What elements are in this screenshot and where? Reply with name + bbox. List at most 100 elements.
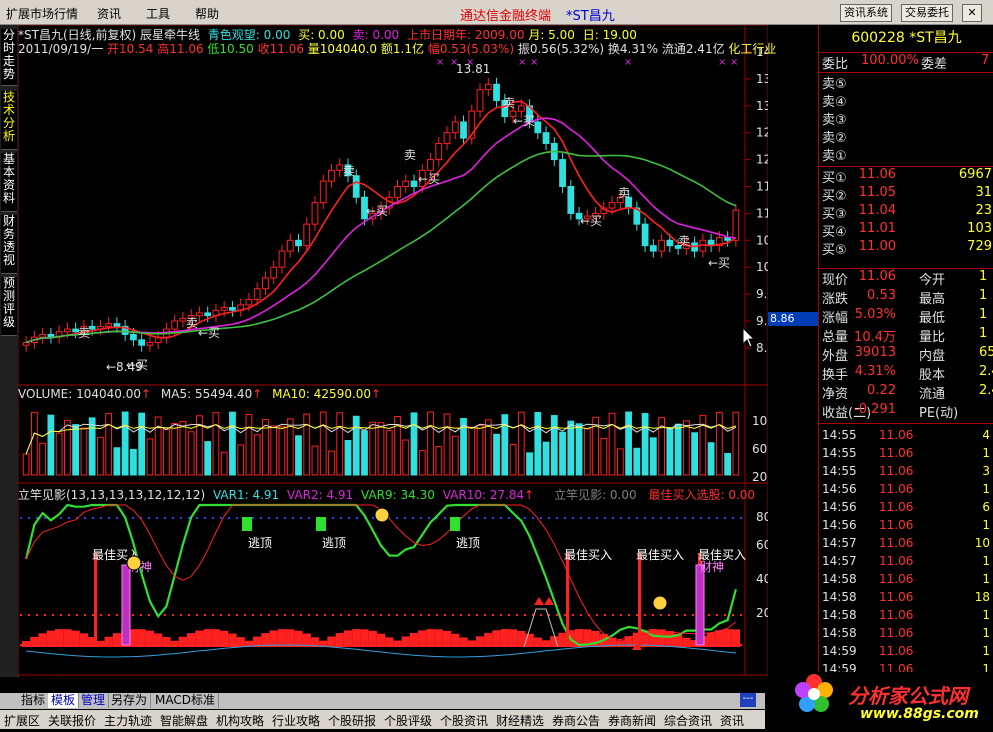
indicator-histogram-bar <box>525 633 534 647</box>
tab-template[interactable]: 模板 <box>48 693 80 708</box>
tab-technical[interactable]: 技术分析 <box>1 91 17 150</box>
trade-order-button[interactable]: 交易委托 <box>901 4 953 22</box>
info-tab[interactable]: 机构攻略 <box>216 712 264 729</box>
signal-cross-mark: × <box>730 57 738 68</box>
stat-label: 外盘 <box>822 349 849 364</box>
stat-label-2: 最低 <box>919 311 946 326</box>
menu-tools[interactable]: 工具 <box>146 5 170 22</box>
candle-body <box>171 320 179 330</box>
best-buy-bar <box>566 553 569 647</box>
tick-row: 14:56 11.06 1 <box>821 482 993 500</box>
stat-value-2: 1 <box>979 269 988 284</box>
tick-row: 14:59 11.06 1 <box>821 644 993 662</box>
escape-top-box <box>450 517 460 531</box>
indicator-histogram-bar <box>442 630 452 647</box>
info-tab[interactable]: 个股研报 <box>328 712 376 729</box>
indicator-signal-label: 最佳买入 <box>636 548 684 562</box>
indicator-histogram-bar <box>409 632 419 647</box>
tick-volume: 1 <box>982 572 990 586</box>
info-tab[interactable]: 券商新闻 <box>608 712 656 729</box>
volume-bar <box>724 452 732 476</box>
buy-signal-label: ←买 <box>198 326 220 340</box>
tab-indicator[interactable]: 指标 <box>18 693 50 708</box>
indicator-signal-label: 逃顶 <box>248 536 272 550</box>
tick-volume: 10 <box>974 536 990 550</box>
tick-time: 14:56 <box>822 500 857 514</box>
volume-tick-label: 10000 <box>752 414 768 428</box>
tab-save-as[interactable]: 另存为 <box>108 693 152 708</box>
tab-timeshare[interactable]: 分时走势 <box>1 29 17 86</box>
info-tab[interactable]: 财经精选 <box>496 712 544 729</box>
info-tab[interactable]: 资讯 <box>720 712 744 729</box>
volume-ma5: MA5: 55494.40 <box>160 387 253 401</box>
tick-row: 14:56 11.06 6 <box>821 500 993 518</box>
info-tab[interactable]: 关联报价 <box>48 712 96 729</box>
indicator-histogram-bar <box>46 630 56 647</box>
candle-body <box>179 317 187 322</box>
info-tab[interactable]: 综合资讯 <box>664 712 712 729</box>
candle-body <box>567 186 575 214</box>
indicator-histogram-bar <box>434 629 443 647</box>
stat-row: 总量 10.4万 量比 1 <box>821 326 993 345</box>
bid-label: 买③ <box>822 207 847 222</box>
indicator-histogram-bar <box>162 637 171 647</box>
tab-basic-info[interactable]: 基本资料 <box>1 153 17 212</box>
indicator-signal-label: 财神 <box>700 560 724 574</box>
indicator-histogram-bar <box>277 629 287 647</box>
info-tab[interactable]: 智能解盘 <box>160 712 208 729</box>
menu-news[interactable]: 资讯 <box>97 5 121 22</box>
volume-bar <box>715 411 723 476</box>
sell-signal-label: 卖 <box>678 234 690 248</box>
info-tab[interactable]: 券商公告 <box>552 712 600 729</box>
candle-body <box>608 202 616 209</box>
menu-extended-market[interactable]: 扩展市场行情 <box>6 5 78 22</box>
info-tab[interactable]: 主力轨迹 <box>104 712 152 729</box>
collapse-button[interactable]: --- <box>740 693 756 707</box>
tab-macd[interactable]: MACD标准 <box>152 693 219 708</box>
stat-value: 39013 <box>854 345 896 360</box>
bid-row: 买④ 11.01 103 <box>821 221 993 240</box>
tab-manage[interactable]: 管理 <box>78 693 110 708</box>
chart-area[interactable]: 13.81 ←8.49 卖卖卖卖卖卖卖 ←买 ←买 ←买 ←买 ←买 ←买 ←买 × × × × × × × × … <box>17 24 792 690</box>
volume-bar <box>517 411 525 476</box>
candle-body <box>113 323 121 327</box>
tab-forecast[interactable]: 预测评级 <box>1 277 17 336</box>
tab-finance[interactable]: 财务透视 <box>1 215 17 274</box>
close-icon[interactable]: ✕ <box>962 4 982 22</box>
info-tab[interactable]: 扩展区 <box>4 712 40 729</box>
candle-body <box>517 105 525 112</box>
diff-value: 7 <box>981 53 990 68</box>
tick-time: 14:55 <box>822 464 857 478</box>
ask-label: 卖④ <box>822 95 847 110</box>
info-tab[interactable]: 个股评级 <box>384 712 432 729</box>
volume-bar <box>509 443 517 476</box>
indicator-signal-label: 逃顶 <box>456 536 480 550</box>
signal-cross-mark: × <box>450 57 458 68</box>
volume-bar <box>476 424 484 476</box>
volume-bar <box>212 412 220 476</box>
indicator-histogram-bar <box>63 629 72 647</box>
tick-volume: 1 <box>982 644 990 658</box>
candle-body <box>451 121 459 134</box>
stat-label-2: PE(动) <box>919 406 959 421</box>
volume-bar <box>352 415 360 476</box>
volume-bar <box>163 428 170 476</box>
stat-row: 涨幅 5.03% 最低 1 <box>821 307 993 326</box>
menu-help[interactable]: 帮助 <box>195 5 219 22</box>
bid-label: 买④ <box>822 225 847 240</box>
tick-row: 14:55 11.06 3 <box>821 464 993 482</box>
info-tab[interactable]: 行业攻略 <box>272 712 320 729</box>
news-system-button[interactable]: 资讯系统 <box>840 4 892 22</box>
candle-body <box>64 328 71 333</box>
sell-signal-label: 卖 <box>186 316 198 330</box>
ask-row: 卖③ <box>821 109 993 128</box>
info-tab[interactable]: 个股资讯 <box>440 712 488 729</box>
tick-row: 14:56 11.06 1 <box>821 518 993 536</box>
kline-chart[interactable]: 13.81←8.49卖卖卖卖卖卖卖←买←买←买←买←买←买←买× × × × × × × × … <box>17 24 792 690</box>
indicator-histogram-bar <box>112 633 122 647</box>
volume-bar <box>468 426 476 476</box>
stat-value: 0.53 <box>867 288 896 303</box>
candle-body <box>402 180 410 187</box>
indicator-histogram-bar <box>178 636 188 647</box>
bid-list: 买① 11.06 6967 买② 11.05 31 买③ 11.04 23 买④ 11.01 103 买… <box>819 166 993 259</box>
